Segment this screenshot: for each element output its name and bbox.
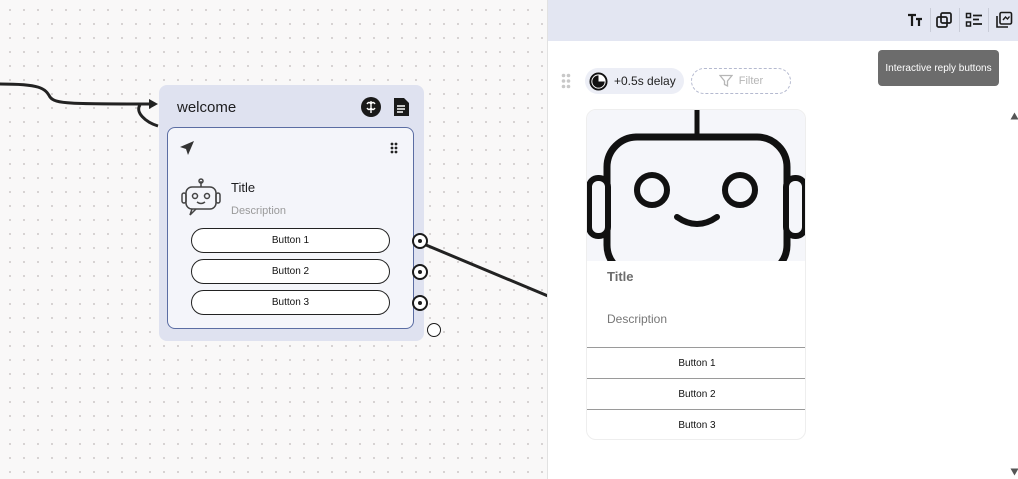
node-title: welcome (177, 99, 237, 116)
toolbar-divider (930, 8, 931, 32)
clock-icon (589, 71, 608, 91)
delay-chip[interactable]: +0.5s delay (585, 68, 684, 94)
text-format-icon[interactable] (906, 11, 924, 29)
library-icon[interactable] (995, 11, 1013, 29)
ai-brain-icon[interactable] (360, 96, 382, 118)
notes-icon[interactable] (390, 96, 412, 118)
toolbar-divider (988, 8, 989, 32)
message-card[interactable]: Title Description Button 1 Button 2 Butt… (167, 127, 414, 329)
node-output-handle[interactable] (427, 323, 441, 337)
preview-button-1[interactable]: Button 1 (587, 347, 805, 378)
reply-button-3[interactable]: Button 3 (191, 290, 390, 315)
preview-title: Title (607, 269, 634, 284)
list-icon[interactable] (965, 11, 983, 29)
reply-button-1[interactable]: Button 1 (191, 228, 390, 253)
robot-face-image (587, 110, 805, 261)
drag-handle-icon[interactable] (561, 73, 571, 89)
preview-panel: Interactive reply buttons +0.5s delay Fi… (547, 0, 1018, 479)
preview-description: Description (607, 312, 668, 326)
copy-icon[interactable] (935, 11, 953, 29)
preview-button-2[interactable]: Button 2 (587, 378, 805, 409)
card-description: Description (231, 205, 287, 217)
delay-label: +0.5s delay (614, 74, 676, 88)
filter-icon (718, 74, 733, 88)
incoming-edge-loop (137, 104, 159, 128)
send-icon (180, 141, 194, 155)
incoming-edge[interactable] (0, 82, 156, 106)
button-3-output-handle[interactable] (412, 295, 428, 311)
preview-button-3[interactable]: Button 3 (587, 409, 805, 439)
robot-face-icon (587, 110, 805, 261)
panel-toolbar (548, 0, 1018, 41)
filter-button[interactable]: Filter (691, 68, 791, 94)
card-title: Title (231, 180, 256, 195)
message-preview: Title Description Button 1 Button 2 Butt… (586, 109, 806, 440)
reply-button-2[interactable]: Button 2 (191, 259, 390, 284)
edge-arrowhead (149, 99, 158, 109)
drag-handle-icon[interactable] (389, 141, 399, 155)
button-2-output-handle[interactable] (412, 264, 428, 280)
outgoing-edge[interactable] (425, 243, 549, 298)
tooltip: Interactive reply buttons (878, 50, 999, 86)
toolbar-divider (959, 8, 960, 32)
button-1-output-handle[interactable] (412, 233, 428, 249)
scroll-down-arrow[interactable] (1010, 468, 1018, 476)
flow-node[interactable]: welcome Title Description Button 1 Butto… (159, 85, 424, 341)
robot-avatar-icon (181, 178, 221, 216)
filter-label: Filter (738, 75, 764, 87)
scroll-up-arrow[interactable] (1010, 112, 1018, 120)
